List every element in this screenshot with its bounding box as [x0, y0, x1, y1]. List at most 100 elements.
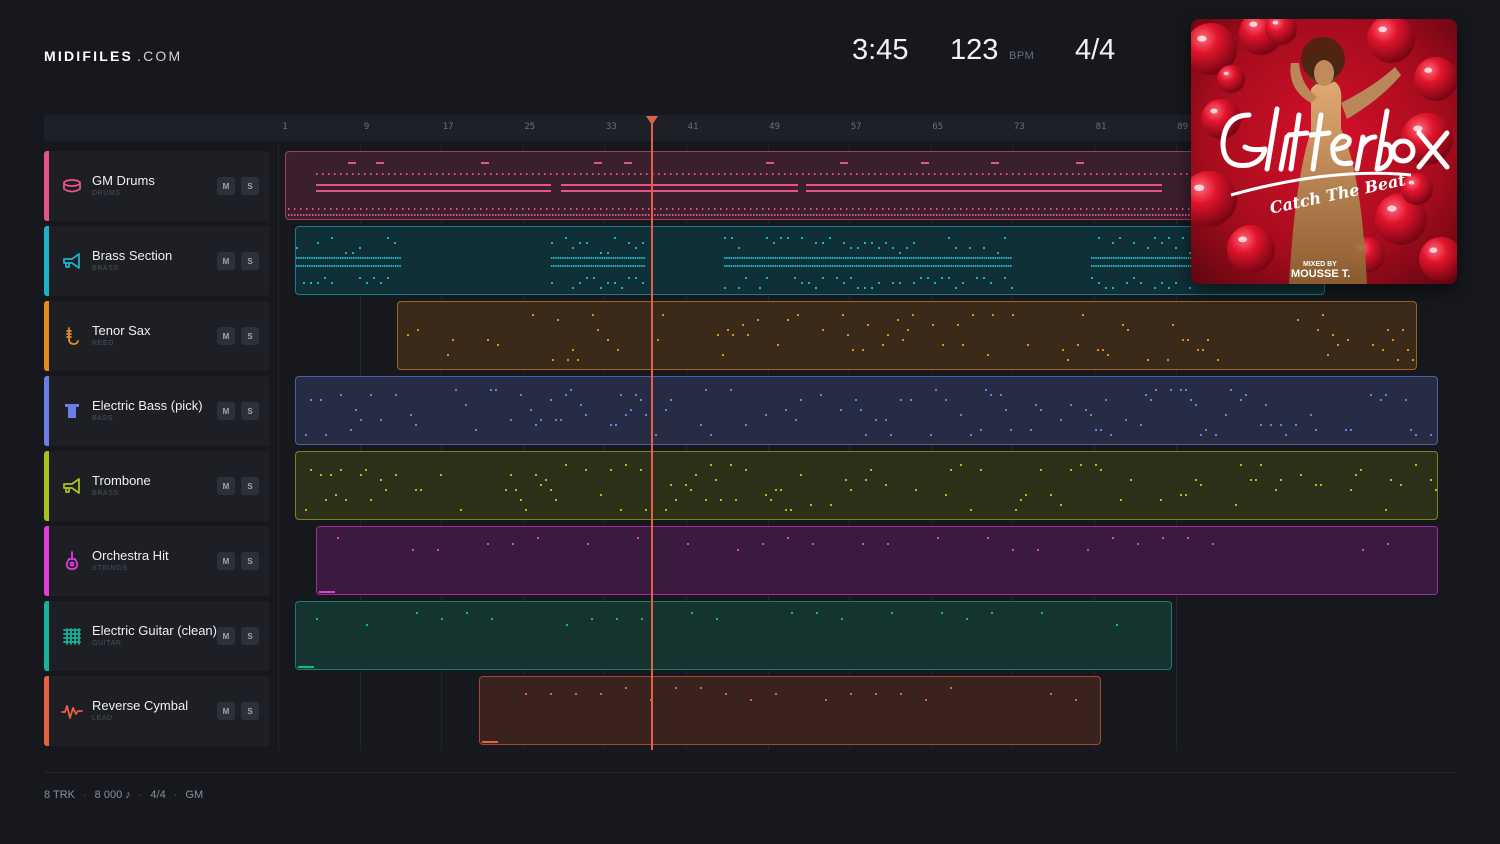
footer-divider — [44, 772, 1456, 773]
ruler-tick: 25 — [524, 122, 536, 132]
midi-clip[interactable] — [295, 376, 1438, 445]
mute-button[interactable]: M — [217, 402, 235, 420]
ruler-tick: 57 — [850, 122, 862, 132]
track-color-stripe — [44, 376, 49, 446]
solo-button[interactable]: S — [241, 252, 259, 270]
track-name: Tenor Sax — [92, 323, 151, 338]
midi-clip[interactable] — [478, 676, 1101, 745]
mute-button[interactable]: M — [217, 327, 235, 345]
clip-notes — [305, 389, 1433, 436]
track-name: Brass Section — [92, 248, 173, 263]
logo[interactable]: MIDIFILES .COM — [44, 48, 182, 64]
ruler-tick: 17 — [442, 122, 454, 132]
track-name: GM Drums — [92, 173, 155, 188]
track-category: REED — [92, 340, 114, 347]
ruler-tick: 1 — [282, 122, 288, 132]
track-header[interactable]: GM Drums DRUMS M S — [44, 151, 270, 221]
track-color-stripe — [44, 601, 49, 671]
track-category: BRASS — [92, 265, 119, 272]
solo-button[interactable]: S — [241, 477, 259, 495]
track-color-stripe — [44, 526, 49, 596]
midi-clip[interactable] — [315, 526, 1438, 595]
track-count: 8 TRK — [44, 789, 75, 801]
track-header[interactable]: Electric Bass (pick) BASS M S — [44, 376, 270, 446]
mute-button[interactable]: M — [217, 177, 235, 195]
midi-clip[interactable] — [295, 451, 1438, 520]
midi-clip[interactable] — [397, 301, 1418, 370]
ruler-tick: 89 — [1177, 122, 1189, 132]
track-header[interactable]: Electric Guitar (clean) GUITAR M S — [44, 601, 270, 671]
guitar-fretboard-icon — [60, 624, 84, 648]
track-header[interactable]: Reverse Cymbal LEAD M S — [44, 676, 270, 746]
drum-icon — [60, 174, 84, 198]
solo-button[interactable]: S — [241, 327, 259, 345]
track-category: BASS — [92, 415, 114, 422]
mute-button[interactable]: M — [217, 702, 235, 720]
solo-button[interactable]: S — [241, 177, 259, 195]
cover-mixed-by-label: MIXED BY — [1303, 261, 1337, 268]
bpm-unit: BPM — [1009, 50, 1035, 62]
track-name: Reverse Cymbal — [92, 698, 189, 713]
footer-stats: 8 TRK · 8 000 ♪ · 4/4 · GM — [44, 789, 204, 801]
clip-notes — [298, 612, 1119, 668]
waveform-icon — [60, 699, 84, 723]
clip-notes — [318, 537, 1389, 593]
track-name: Electric Bass (pick) — [92, 398, 203, 413]
clip-notes — [288, 162, 1325, 216]
violin-icon — [60, 549, 84, 573]
midi-clip[interactable] — [285, 151, 1326, 220]
ruler-tick: 49 — [769, 122, 781, 132]
clip-notes — [305, 464, 1437, 511]
midi-clip[interactable] — [295, 601, 1173, 670]
solo-button[interactable]: S — [241, 702, 259, 720]
ruler-tick: 41 — [687, 122, 699, 132]
track-color-stripe — [44, 301, 49, 371]
clip-notes — [481, 687, 1100, 743]
track-category: BRASS — [92, 490, 119, 497]
ruler-tick: 73 — [1013, 122, 1025, 132]
cover-artist: MOUSSE T. — [1291, 268, 1350, 280]
solo-button[interactable]: S — [241, 552, 259, 570]
track-color-stripe — [44, 451, 49, 521]
midi-standard: GM — [185, 789, 204, 801]
bass-guitar-icon — [60, 399, 84, 423]
track-header[interactable]: Tenor Sax REED M S — [44, 301, 270, 371]
playhead[interactable] — [651, 120, 654, 750]
solo-button[interactable]: S — [241, 402, 259, 420]
track-color-stripe — [44, 226, 49, 296]
solo-button[interactable]: S — [241, 627, 259, 645]
mute-button[interactable]: M — [217, 252, 235, 270]
time-signature-display: 4/4 — [1075, 34, 1116, 66]
mute-button[interactable]: M — [217, 627, 235, 645]
track-header[interactable]: Trombone BRASS M S — [44, 451, 270, 521]
track-color-stripe — [44, 676, 49, 746]
time-display: 3:45 — [852, 34, 909, 66]
bpm-display: 123 — [950, 34, 999, 66]
track-name: Trombone — [92, 473, 151, 488]
mute-button[interactable]: M — [217, 552, 235, 570]
album-cover: Catch The Beat MIXED BY MOUSSE T. — [1191, 19, 1457, 284]
track-name: Electric Guitar (clean) — [92, 623, 217, 638]
track-name: Orchestra Hit — [92, 548, 169, 563]
track-header[interactable]: Brass Section BRASS M S — [44, 226, 270, 296]
track-header[interactable]: Orchestra Hit STRINGS M S — [44, 526, 270, 596]
track-category: DRUMS — [92, 190, 121, 197]
trombone-icon — [60, 474, 84, 498]
ruler-tick: 81 — [1095, 122, 1107, 132]
ruler-tick: 9 — [363, 122, 370, 132]
track-category: STRINGS — [92, 565, 128, 572]
ruler-tick: 65 — [932, 122, 944, 132]
track-category: GUITAR — [92, 640, 122, 647]
note-count: 8 000 ♪ — [94, 789, 131, 801]
grid-line — [278, 144, 279, 750]
ruler-tick: 33 — [605, 122, 617, 132]
saxophone-icon — [60, 324, 84, 348]
clip-notes — [296, 237, 1197, 289]
clip-notes — [407, 314, 1415, 361]
mute-button[interactable]: M — [217, 477, 235, 495]
trumpet-icon — [60, 249, 84, 273]
midi-clip[interactable] — [295, 226, 1326, 295]
footer-time-signature: 4/4 — [150, 789, 166, 801]
track-color-stripe — [44, 151, 49, 221]
track-category: LEAD — [92, 715, 113, 722]
